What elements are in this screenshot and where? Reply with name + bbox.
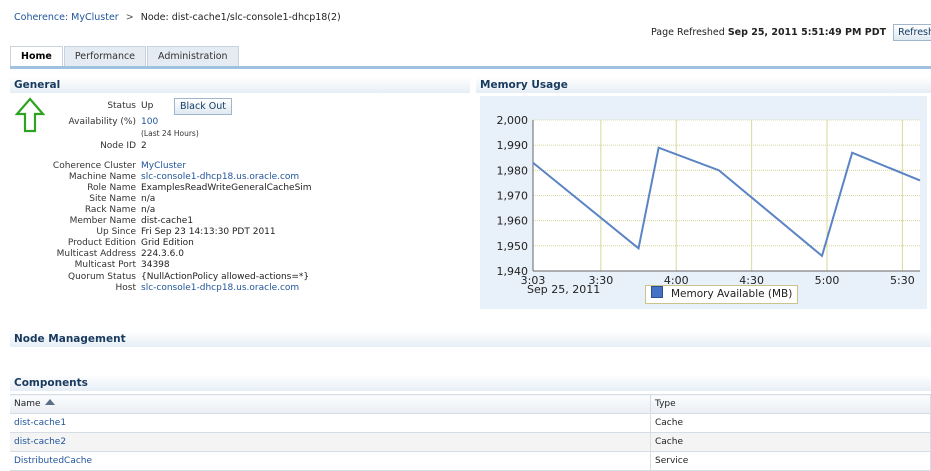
node-management-header: Node Management: [10, 331, 931, 347]
tab-performance[interactable]: Performance: [63, 46, 147, 66]
y-tick-label: 1,950: [497, 240, 529, 253]
black-out-button[interactable]: Black Out: [174, 98, 232, 115]
property-label: Coherence Cluster: [52, 161, 136, 171]
status-value: Up: [141, 101, 154, 111]
property-label: Product Edition: [67, 238, 136, 248]
breadcrumb-current: Node: dist-cache1/slc-console1-dhcp18(2): [140, 12, 341, 23]
property-label: Host: [115, 283, 137, 293]
component-type: Cache: [650, 432, 931, 452]
refresh-button[interactable]: Refresh: [893, 24, 931, 41]
property-value: Grid Edition: [141, 238, 194, 248]
column-header-label: Type: [655, 399, 676, 409]
page-refreshed-timestamp: Sep 25, 2011 5:51:49 PM PDT: [727, 27, 887, 38]
page-refreshed-label: Page Refreshed: [651, 27, 725, 38]
cluster-link[interactable]: MyCluster: [141, 161, 186, 171]
y-tick-label: 2,000: [497, 114, 529, 127]
memory-usage-header: Memory Usage: [476, 77, 931, 93]
component-name-link[interactable]: DistributedCache: [14, 456, 92, 466]
memory-usage-chart: 1,940 1,950 1,960 1,970 1,980 1,990 2,000 3:03 3…: [480, 96, 927, 309]
x-tick-label: 5:00: [815, 274, 840, 287]
y-tick-label: 1,990: [497, 139, 529, 152]
property-label: Rack Name: [84, 205, 136, 215]
property-value: 34398: [141, 260, 170, 270]
property-value: 224.3.6.0: [141, 249, 184, 259]
property-value: {NullActionPolicy allowed-actions=*}: [141, 272, 310, 282]
property-label: Member Name: [69, 216, 136, 226]
property-value: dist-cache1: [141, 216, 194, 226]
y-tick-label: 1,970: [497, 190, 529, 203]
components-header: Components: [10, 375, 931, 391]
host-link[interactable]: slc-console1-dhcp18.us.oracle.com: [141, 283, 299, 293]
machine-name-link[interactable]: slc-console1-dhcp18.us.oracle.com: [141, 172, 299, 182]
component-name-link[interactable]: dist-cache1: [14, 418, 66, 428]
breadcrumb: Coherence: MyCluster > Node: dist-cache1…: [14, 12, 341, 23]
property-value: Fri Sep 23 14:13:30 PDT 2011: [141, 227, 276, 237]
column-header-label: Name: [14, 399, 41, 409]
column-header-type[interactable]: Type: [650, 394, 931, 414]
table-row: dist-cache2 Cache: [10, 432, 931, 452]
general-section-header: General: [10, 77, 470, 93]
availability-note: (Last 24 Hours): [141, 129, 199, 138]
property-label: Site Name: [89, 194, 136, 204]
y-tick-label: 1,980: [497, 164, 529, 177]
node-id-value: 2: [141, 141, 147, 151]
chart-legend: Memory Available (MB): [645, 285, 799, 304]
up-arrow-icon: [15, 97, 45, 133]
memory-usage-chart-svg: 1,9401,9501,9601,9701,9801,9902,0003:03 3…: [497, 114, 921, 287]
component-type: Cache: [650, 413, 931, 433]
tab-bar: Home Performance Administration: [10, 46, 240, 66]
tab-underline: [10, 66, 931, 69]
status-label: Status: [107, 101, 136, 111]
property-label: Up Since: [96, 227, 136, 237]
property-label: Machine Name: [68, 172, 136, 182]
sort-ascending-icon[interactable]: [44, 399, 55, 405]
breadcrumb-cluster-link[interactable]: Coherence: MyCluster: [14, 12, 119, 23]
page-refreshed-area: Page Refreshed Sep 25, 2011 5:51:49 PM P…: [651, 24, 931, 41]
property-value: n/a: [141, 205, 156, 215]
legend-swatch-icon: [651, 286, 663, 298]
property-label: Multicast Port: [74, 260, 136, 270]
table-header-row: Name Type: [10, 394, 931, 414]
component-name-link[interactable]: dist-cache2: [14, 437, 66, 447]
property-label: Role Name: [87, 183, 136, 193]
y-tick-label: 1,960: [497, 215, 529, 228]
tab-administration[interactable]: Administration: [147, 46, 239, 66]
breadcrumb-separator: >: [125, 12, 134, 23]
node-id-label: Node ID: [100, 141, 136, 151]
legend-label: Memory Available (MB): [671, 288, 793, 300]
property-value: ExamplesReadWriteGeneralCacheSim: [141, 183, 312, 193]
property-label: Multicast Address: [56, 249, 136, 259]
x-tick-label: 5:30: [890, 274, 915, 287]
availability-value-link[interactable]: 100: [141, 117, 158, 127]
property-value: n/a: [141, 194, 156, 204]
property-label: Quorum Status: [67, 272, 136, 282]
table-row: dist-cache1 Cache: [10, 413, 931, 433]
chart-date-label: Sep 25, 2011: [527, 283, 601, 296]
tab-home[interactable]: Home: [10, 46, 63, 66]
column-header-name[interactable]: Name: [10, 394, 651, 414]
components-table: Name Type dist-cache1 Cache dist-cache2 …: [10, 394, 931, 471]
availability-label: Availability (%): [68, 117, 137, 127]
